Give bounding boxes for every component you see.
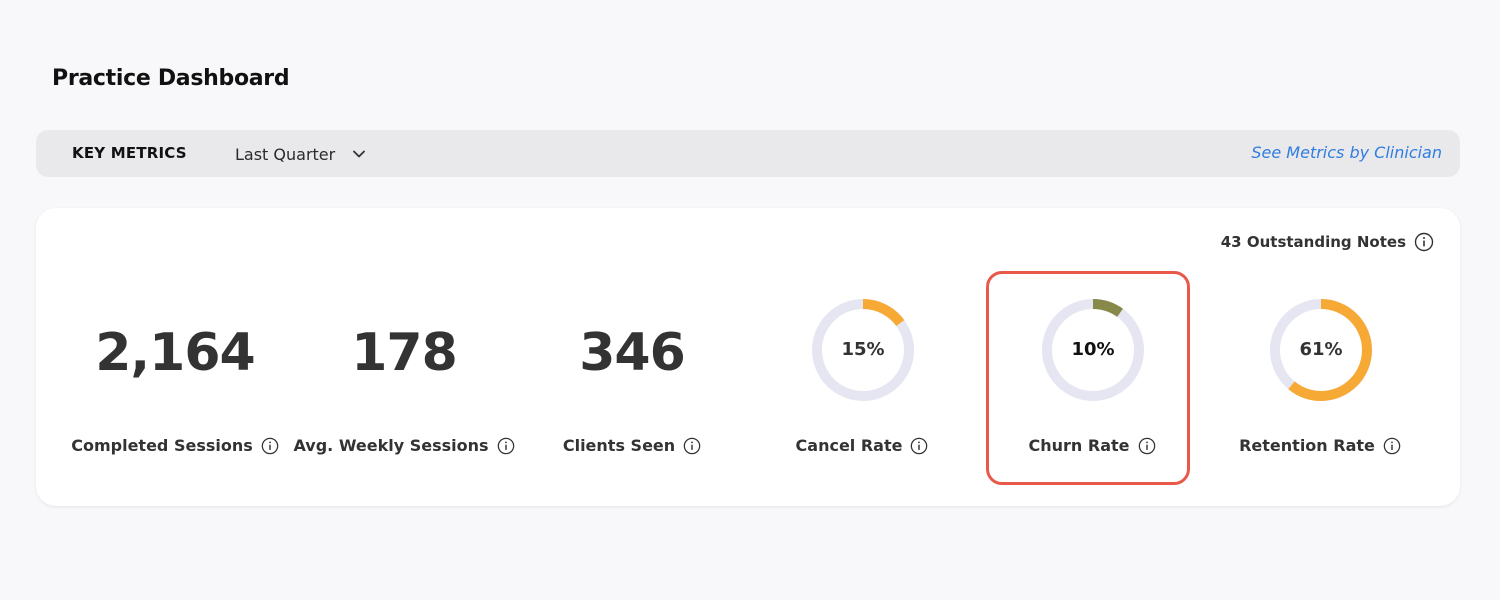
metric-label: Avg. Weekly Sessions bbox=[293, 436, 489, 455]
metric-cancel-rate: 15% Cancel Rate bbox=[747, 268, 977, 468]
metric-avg-weekly-sessions: 178 Avg. Weekly Sessions bbox=[289, 268, 519, 468]
info-icon[interactable] bbox=[261, 437, 279, 455]
metric-completed-sessions: 2,164 Completed Sessions bbox=[60, 268, 290, 468]
period-dropdown[interactable]: Last Quarter bbox=[235, 143, 367, 165]
info-icon[interactable] bbox=[910, 437, 928, 455]
key-metrics-label: KEY METRICS bbox=[72, 144, 187, 162]
metric-retention-rate: 61% Retention Rate bbox=[1205, 268, 1435, 468]
chevron-down-icon bbox=[353, 150, 366, 158]
metric-clients-seen: 346 Clients Seen bbox=[517, 268, 747, 468]
outstanding-notes-text: 43 Outstanding Notes bbox=[1220, 233, 1406, 251]
info-icon[interactable] bbox=[1383, 437, 1401, 455]
info-icon[interactable] bbox=[497, 437, 515, 455]
key-metrics-toolbar: KEY METRICS Last Quarter See Metrics by … bbox=[36, 130, 1460, 177]
metric-label: Clients Seen bbox=[562, 436, 676, 455]
info-icon[interactable] bbox=[1414, 232, 1434, 252]
metric-value: 178 bbox=[351, 323, 458, 383]
page-title: Practice Dashboard bbox=[52, 66, 290, 91]
dashboard-page: Practice Dashboard KEY METRICS Last Quar… bbox=[0, 0, 1500, 600]
see-metrics-by-clinician-link[interactable]: See Metrics by Clinician bbox=[1251, 143, 1442, 162]
info-icon[interactable] bbox=[683, 437, 701, 455]
rate-value: 61% bbox=[1299, 339, 1343, 360]
metric-value: 346 bbox=[579, 323, 686, 383]
churn-rate-highlight bbox=[986, 271, 1190, 485]
metric-value: 2,164 bbox=[95, 323, 255, 383]
metric-label: Completed Sessions bbox=[71, 436, 253, 455]
period-selected-value: Last Quarter bbox=[235, 144, 336, 164]
metric-label: Retention Rate bbox=[1239, 436, 1375, 455]
outstanding-notes[interactable]: 43 Outstanding Notes bbox=[1221, 232, 1434, 252]
metric-label: Cancel Rate bbox=[795, 436, 903, 455]
rate-value: 15% bbox=[841, 339, 885, 360]
metrics-card: 43 Outstanding Notes 2,164 Completed Ses… bbox=[36, 208, 1460, 506]
